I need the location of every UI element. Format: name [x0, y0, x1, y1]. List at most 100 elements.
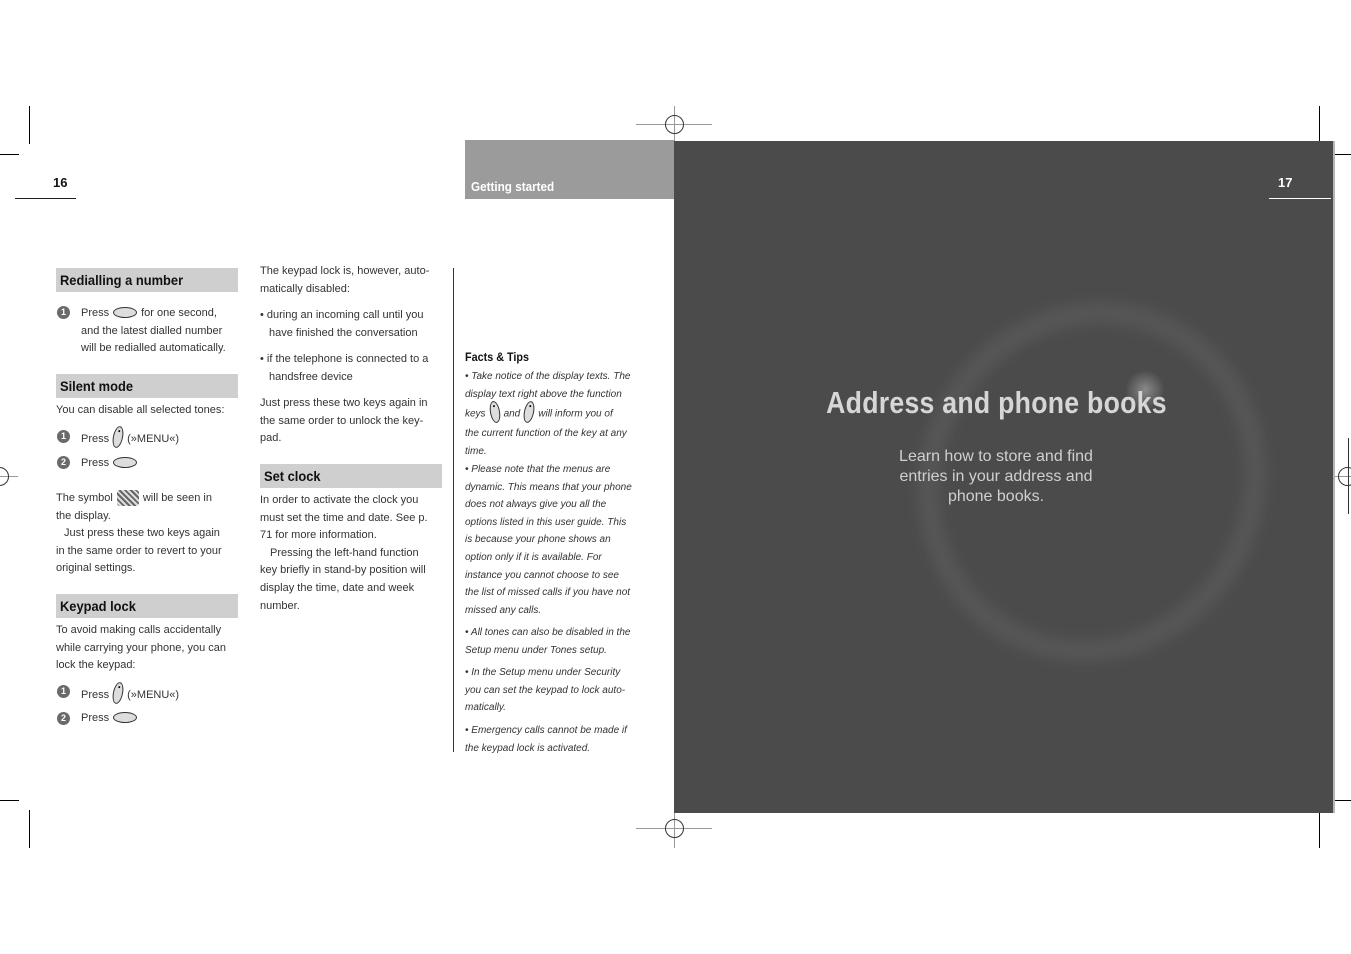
text: Pressing the left-hand function: [270, 546, 419, 559]
text: the list of missed calls if you have not: [465, 587, 631, 599]
text: instance you cannot choose to see: [465, 569, 619, 581]
step-text: Press: [81, 712, 110, 724]
page-number-rule: [1269, 198, 1331, 199]
right-softkey-icon: [522, 400, 537, 424]
crop-mark: [29, 810, 30, 848]
text: matically.: [465, 702, 506, 714]
facts-tips-heading: Facts & Tips: [465, 350, 530, 364]
step-number: 1: [57, 430, 70, 443]
heading-set-clock: Set clock: [260, 464, 442, 488]
text: To avoid making calls accidentally: [56, 624, 222, 636]
text: the display.: [56, 509, 111, 522]
step-text: Press: [81, 307, 110, 319]
tip-item: • In the Setup menu under Security you c…: [465, 664, 650, 717]
bullet-item: • if the telephone is connected to a han…: [260, 351, 450, 386]
crop-mark: [1319, 813, 1320, 848]
text: • All tones can also be disabled in the: [465, 627, 631, 638]
heading-redialling: Redialling a number: [56, 268, 238, 292]
text: will inform you of: [538, 408, 613, 420]
text: the current function of the key at any: [465, 428, 627, 440]
text: you can set the keypad to lock auto-: [465, 684, 626, 696]
step-text: (»MENU«): [127, 432, 180, 445]
zero-plus-key-icon: [113, 306, 138, 318]
text: is because your phone shows an: [465, 534, 611, 546]
clock-text: In order to activate the clock you must …: [260, 492, 450, 615]
registration-mark: [1338, 467, 1351, 486]
text: option only if it is available. For: [465, 551, 602, 563]
text: display text right above the function: [465, 388, 622, 400]
text: • Emergency calls cannot be made if: [465, 725, 627, 736]
text: display the time, date and week: [260, 581, 415, 594]
silent-step-2: Press: [81, 455, 141, 473]
text: lock the keypad:: [56, 659, 136, 672]
chapter-title: Address and phone books: [826, 385, 1167, 420]
panel-edge: [1333, 141, 1335, 813]
step-text: will be redialled automatically.: [81, 342, 226, 355]
heading-keypad-lock: Keypad lock: [56, 594, 238, 618]
section-band-label: Getting started: [471, 179, 555, 194]
text: The symbol: [56, 492, 113, 504]
registration-mark: [0, 467, 9, 486]
crop-mark: [1319, 106, 1320, 144]
left-softkey-icon: [487, 400, 502, 424]
text: missed any calls.: [465, 604, 542, 616]
registration-mark: [665, 819, 684, 838]
text: handsfree device: [269, 370, 353, 383]
text: • In the Setup menu under Security: [465, 667, 621, 678]
text: options listed in this user guide. This: [465, 516, 627, 528]
silent-intro: You can disable all selected tones:: [56, 404, 225, 416]
hash-key-icon: [113, 711, 138, 723]
page-number-right: 17: [1278, 175, 1293, 190]
step-number: 1: [57, 306, 70, 319]
keypad-step-1: Press (»MENU«): [81, 681, 180, 706]
text: the keypad lock is activated.: [465, 742, 591, 754]
heading-text: Redialling a number: [60, 272, 184, 288]
unlock-text: Just press these two keys again in the s…: [260, 395, 450, 448]
star-key-icon: [113, 456, 138, 468]
keypad-step-2: Press: [81, 710, 141, 728]
step-number: 2: [57, 712, 70, 725]
text: Just press these two keys again in: [260, 397, 428, 409]
text: in the same order to revert to your: [56, 544, 222, 557]
text: • Please note that the menus are: [465, 464, 611, 475]
right-softkey-icon: [110, 681, 126, 705]
text: and: [503, 408, 521, 420]
crop-mark: [0, 800, 19, 801]
text: time.: [465, 445, 487, 457]
text: while carrying your phone, you can: [56, 641, 226, 654]
tip-item: • Take notice of the display texts. The …: [465, 368, 650, 460]
heading-silent-mode: Silent mode: [56, 374, 238, 398]
text: does not always give you all the: [465, 499, 607, 511]
step-text: (»MENU«): [127, 688, 180, 701]
tip-item: • All tones can also be disabled in the …: [465, 624, 650, 659]
text: Setup menu under Tones setup.: [465, 644, 607, 656]
text: Learn how to store and find: [899, 448, 1093, 465]
crop-mark: [29, 106, 30, 144]
step-number: 2: [57, 456, 70, 469]
keypad-intro: To avoid making calls accidentally while…: [56, 622, 226, 675]
text: the same order to unlock the key-: [260, 414, 424, 427]
right-softkey-icon: [110, 425, 126, 449]
step-text: Press: [81, 432, 110, 445]
text: In order to activate the clock you: [260, 494, 419, 506]
text: 71 for more information.: [260, 529, 377, 542]
text: keys: [465, 408, 486, 420]
text: The keypad lock is, however, auto-: [260, 265, 430, 277]
crop-mark: [0, 154, 19, 155]
text: matically disabled:: [260, 282, 350, 295]
tip-item: • Emergency calls cannot be made if the …: [465, 722, 650, 757]
step-text: Press: [81, 457, 110, 469]
text: number.: [260, 599, 300, 612]
text: • if the telephone is connected to a: [260, 353, 429, 365]
text: key briefly in stand-by position will: [260, 564, 426, 577]
text: will be seen in: [142, 492, 212, 504]
silent-step-1: Press (»MENU«): [81, 425, 180, 450]
heading-text: Set clock: [264, 468, 321, 484]
silent-symbol-icon: [116, 490, 139, 507]
text: phone books.: [947, 488, 1045, 505]
bullet-item: • during an incoming call until you have…: [260, 307, 450, 342]
text: have finished the conversation: [269, 326, 418, 339]
step-number: 1: [57, 685, 70, 698]
silent-symbol-text: The symbol will be seen in the display. J…: [56, 490, 241, 578]
keypad-auto-disable: The keypad lock is, however, auto- matic…: [260, 263, 450, 298]
